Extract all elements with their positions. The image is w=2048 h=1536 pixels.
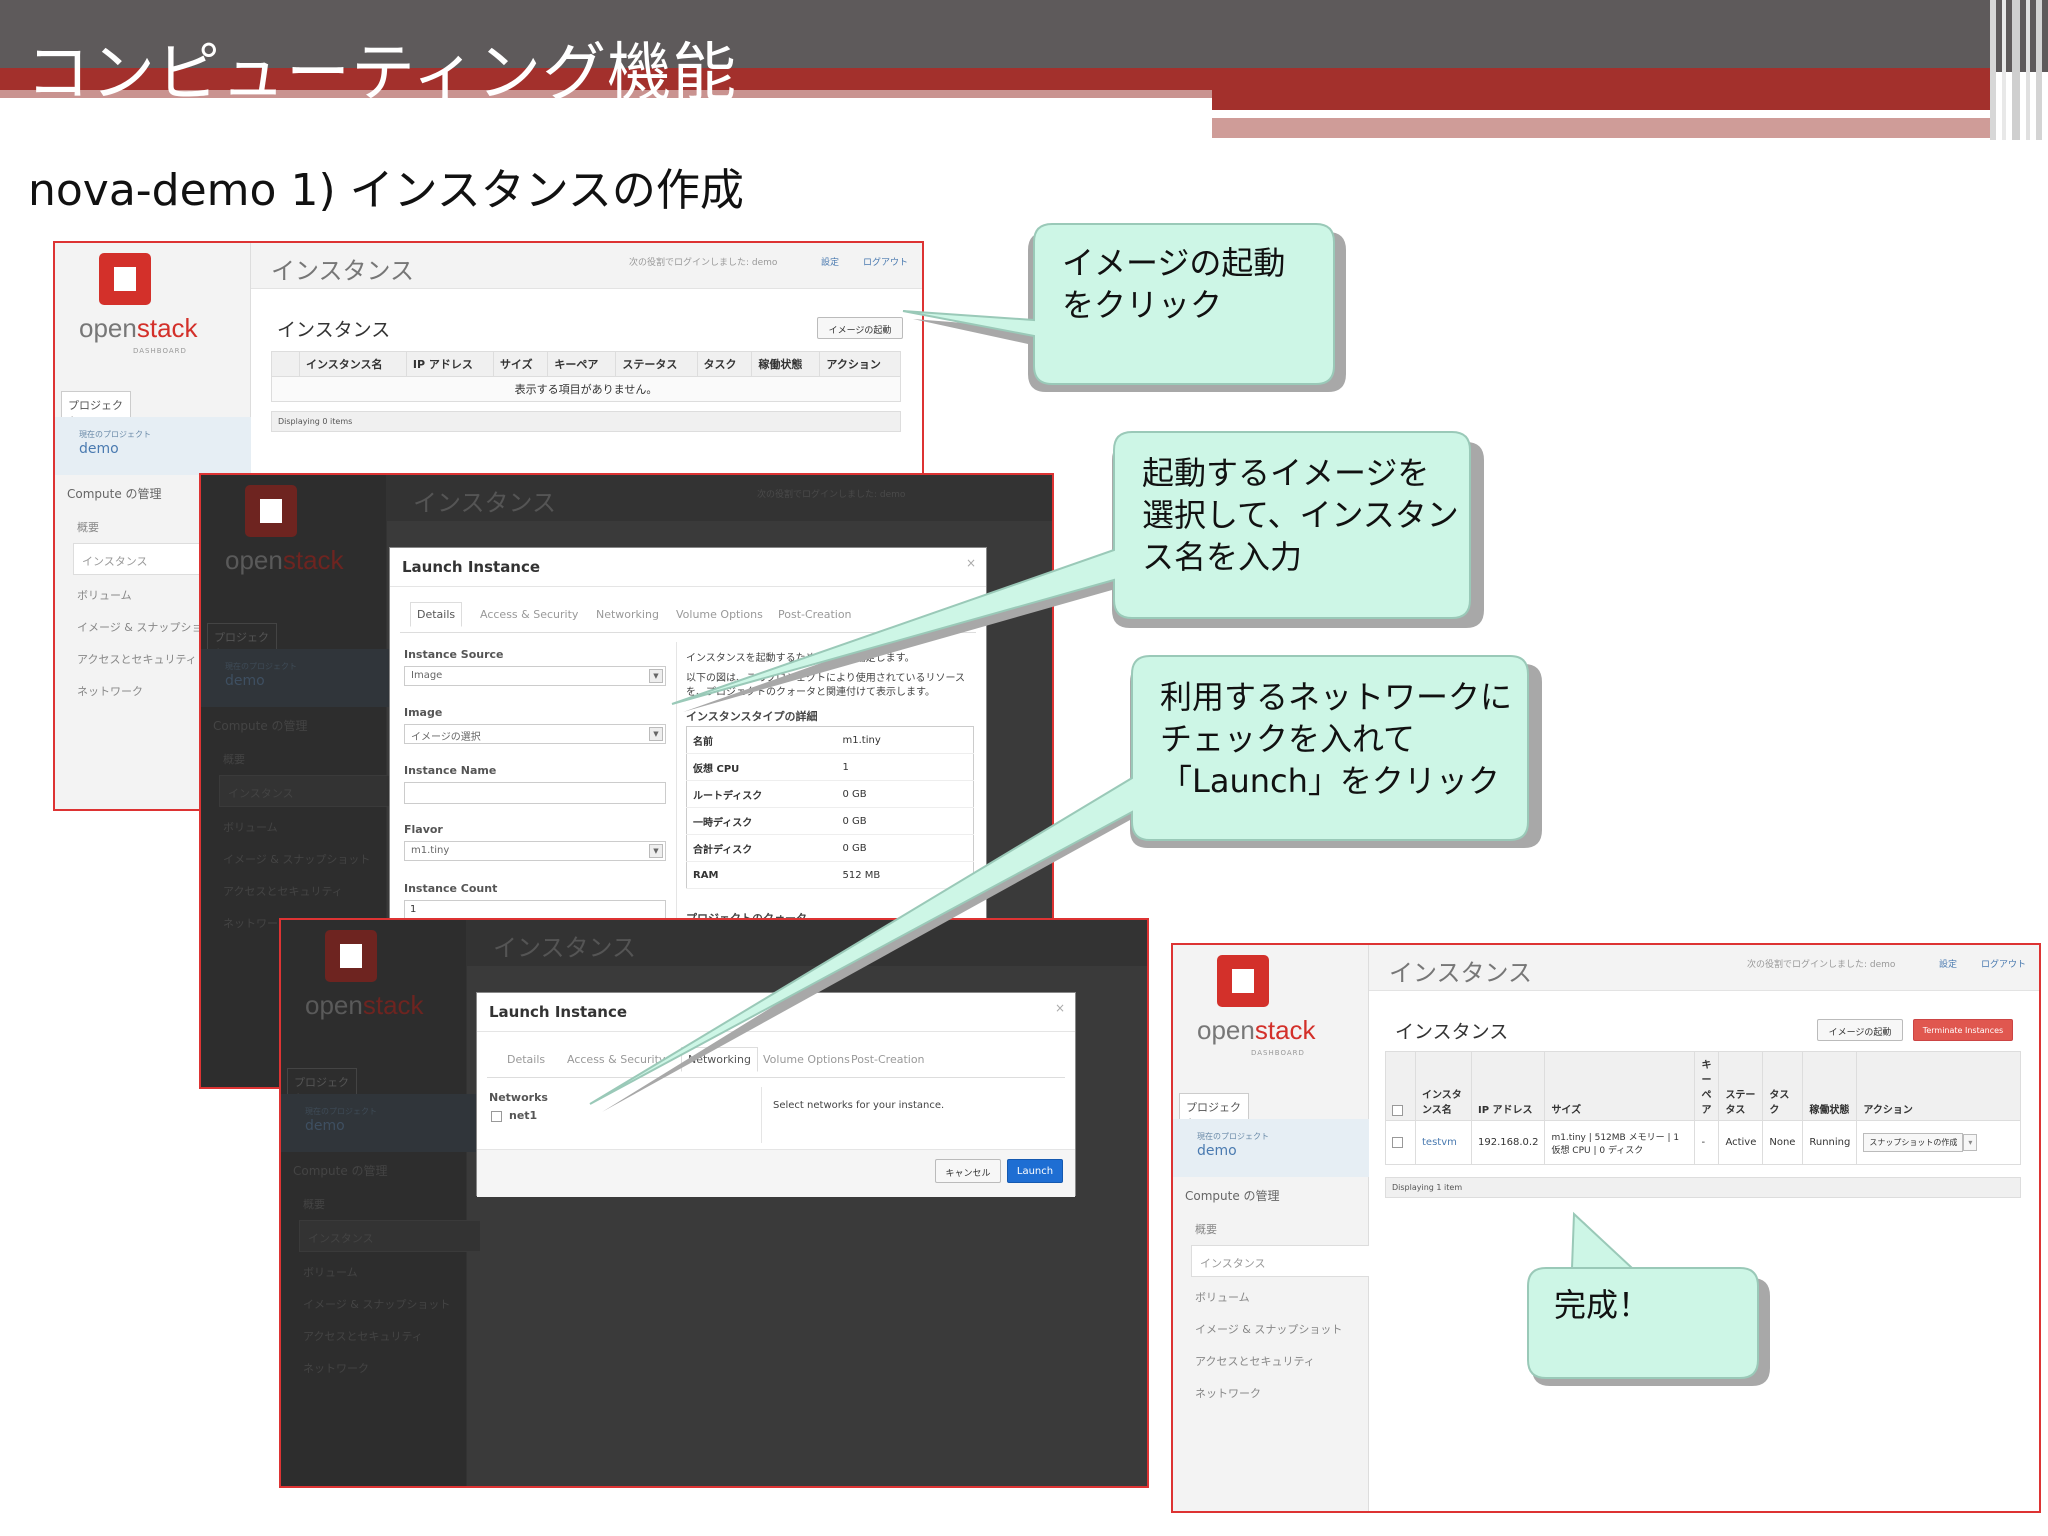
callout-1-text: イメージの起動 をクリック bbox=[1062, 244, 1286, 324]
callout-4-text: 完成！ bbox=[1554, 1286, 1651, 1324]
callout-2-text: 起動するイメージを 選択して、インスタン ス名を入力 bbox=[1142, 454, 1459, 576]
callout-layer bbox=[589, 223, 1770, 1386]
callout-3-text: 利用するネットワークに チェックを入れて 「Launch」をクリック bbox=[1160, 678, 1513, 800]
